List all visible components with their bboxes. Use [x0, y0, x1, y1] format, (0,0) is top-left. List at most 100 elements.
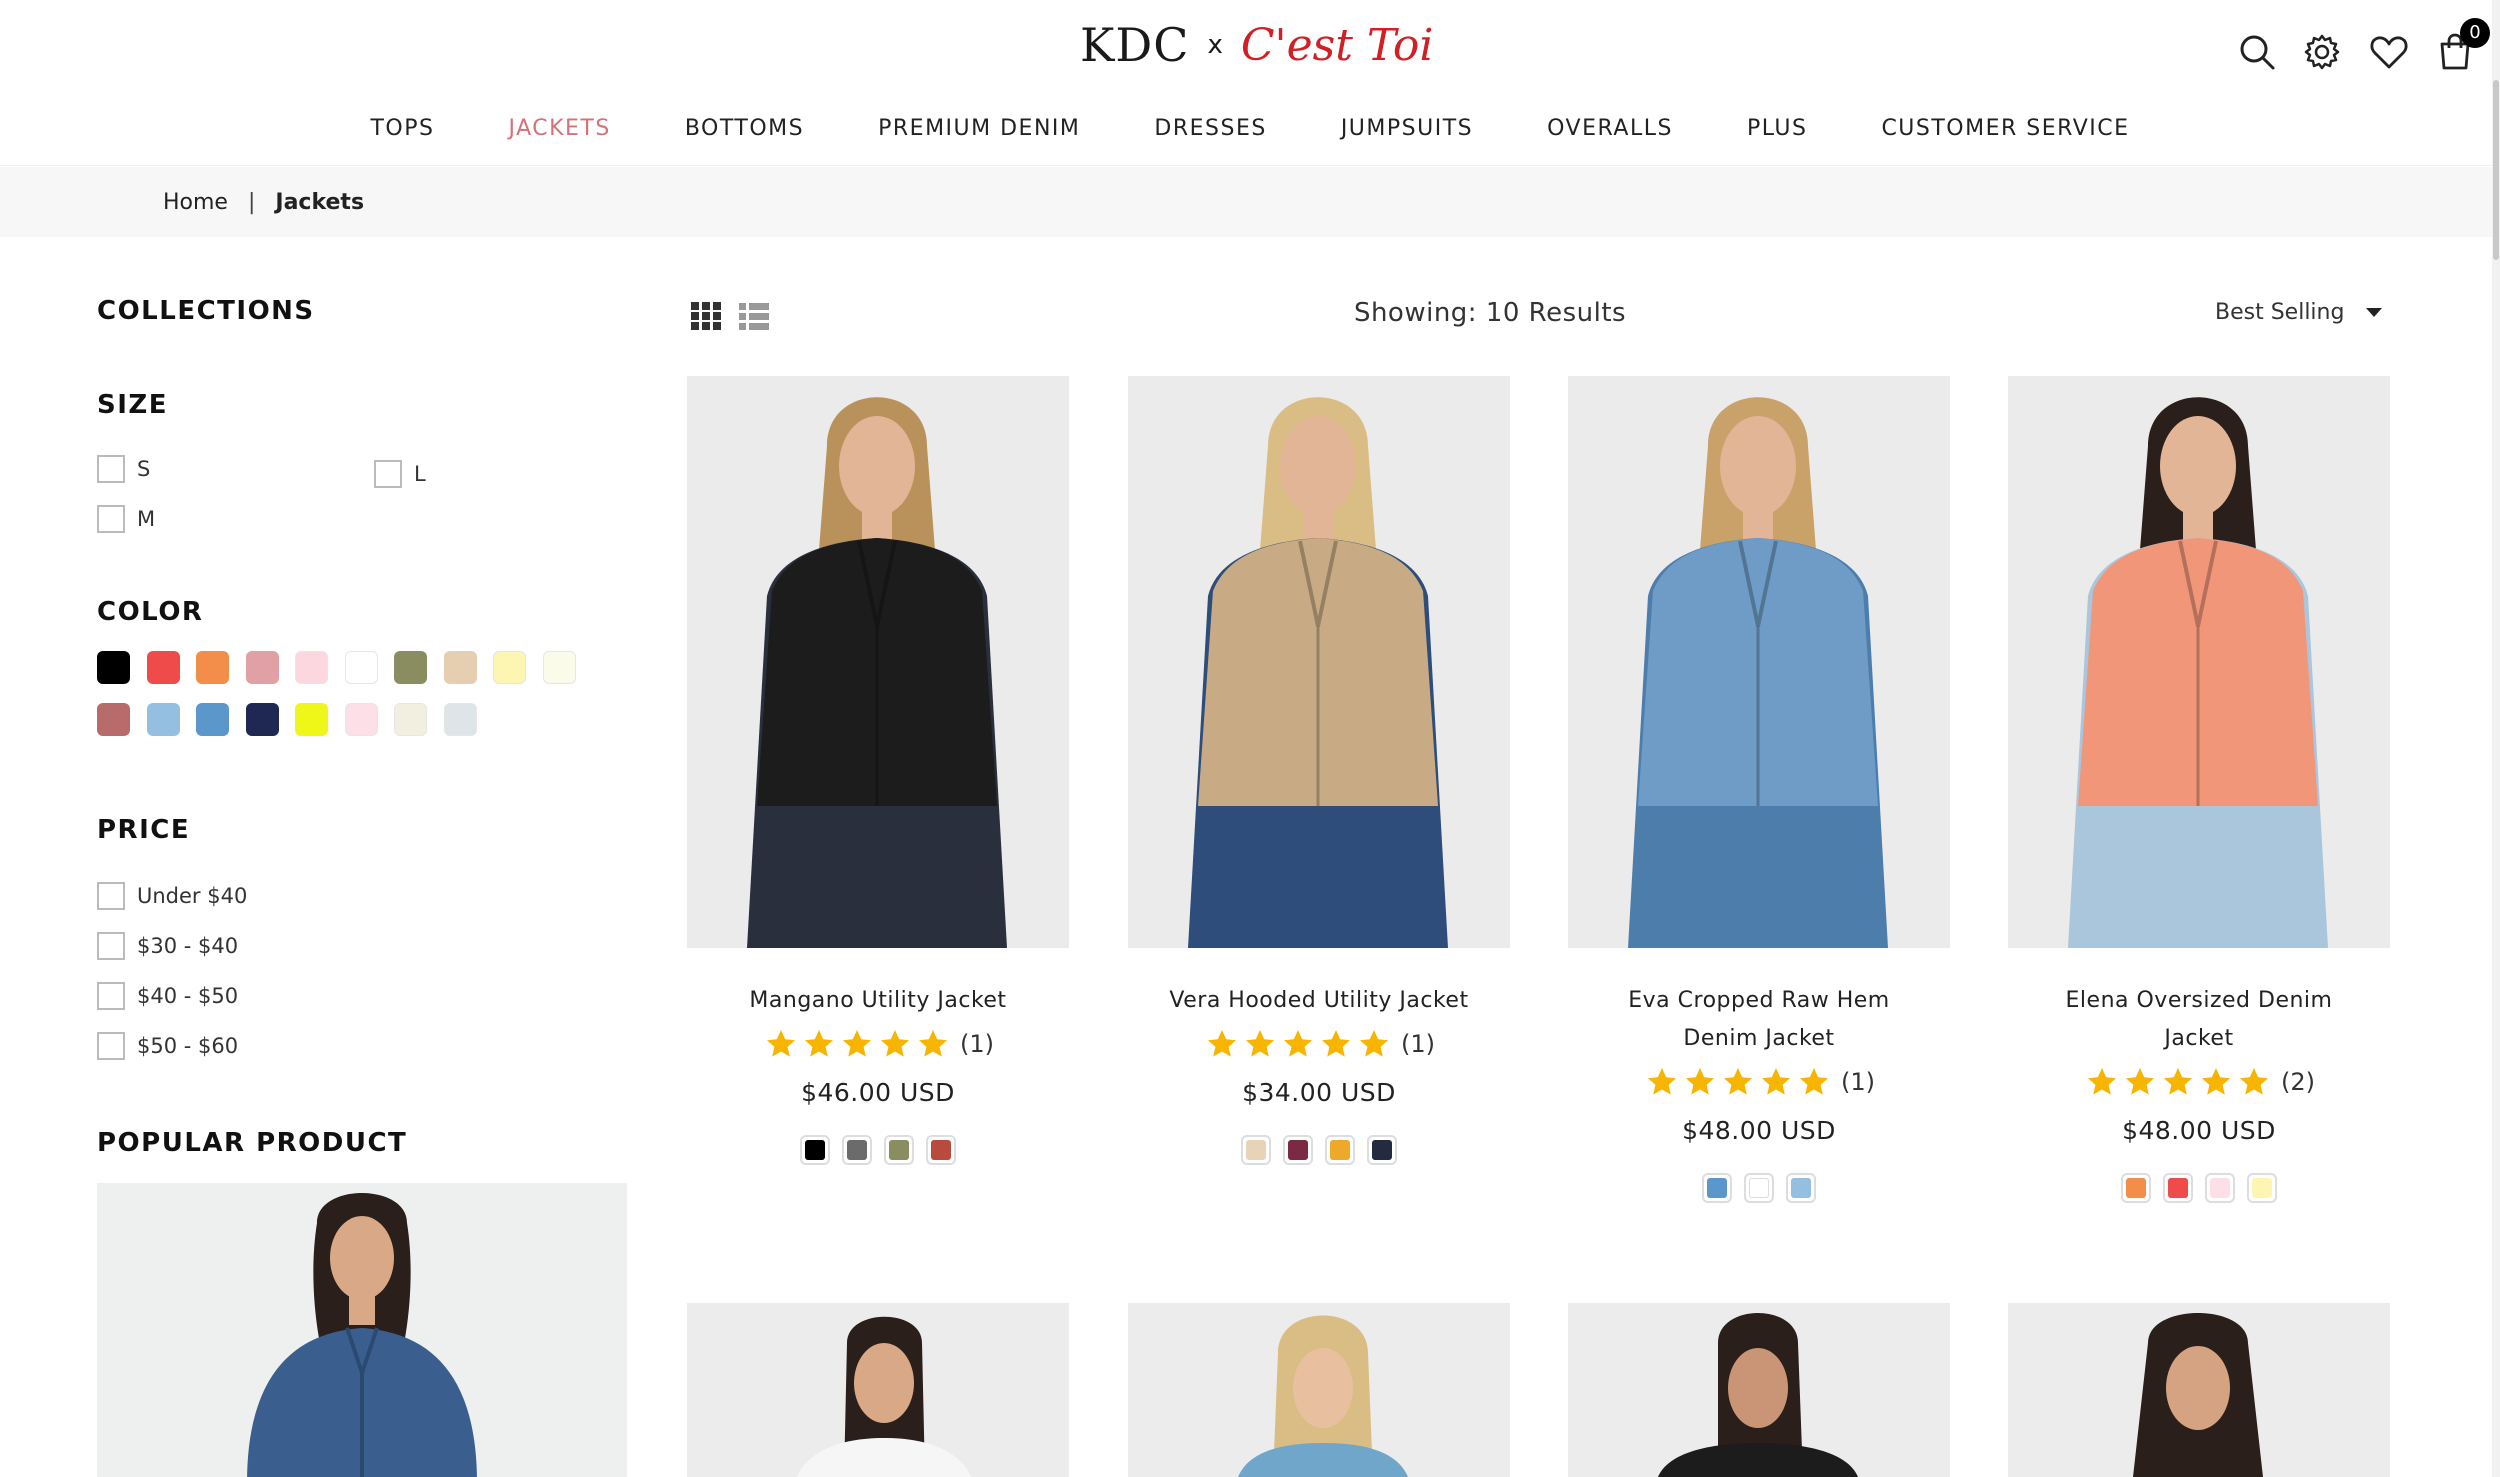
star-icon — [1684, 1066, 1716, 1098]
search-icon[interactable] — [2235, 30, 2279, 74]
product-color-swatch[interactable] — [842, 1135, 872, 1165]
checkbox[interactable] — [374, 460, 402, 488]
product-name[interactable]: Vera Hooded Utility Jacket — [1128, 982, 1510, 1020]
page-scrollbar[interactable] — [2492, 0, 2500, 1477]
color-swatch[interactable] — [344, 651, 378, 684]
size-filter-m[interactable]: M — [97, 505, 155, 533]
product-name[interactable]: Mangano Utility Jacket — [687, 982, 1069, 1020]
gear-icon[interactable] — [2300, 30, 2344, 74]
star-icon — [917, 1028, 949, 1060]
product-name[interactable]: Elena Oversized Denim Jacket — [2008, 982, 2390, 1058]
product-image[interactable] — [2008, 376, 2390, 948]
product-rating: (1) — [687, 1024, 1069, 1064]
grid-view-icon[interactable] — [690, 300, 722, 332]
list-view-icon[interactable] — [738, 300, 770, 332]
nav-bottoms[interactable]: BOTTOMS — [685, 116, 804, 141]
results-count: Showing: 10 Results — [1353, 298, 1627, 328]
breadcrumb-home[interactable]: Home — [163, 190, 228, 215]
sort-dropdown[interactable]: Best Selling — [2215, 300, 2383, 325]
product-rating: (2) — [2008, 1062, 2390, 1102]
checkbox[interactable] — [97, 455, 125, 483]
product-color-options — [687, 1135, 1069, 1165]
price-heading: PRICE — [97, 815, 191, 845]
product-image-peek[interactable] — [1568, 1303, 1950, 1477]
product-image-peek[interactable] — [1128, 1303, 1510, 1477]
product-color-swatch[interactable] — [1367, 1135, 1397, 1165]
size-filter-s[interactable]: S — [97, 455, 150, 483]
product-color-swatch[interactable] — [926, 1135, 956, 1165]
brand-logo[interactable]: KDC x C'est Toi — [1080, 10, 1433, 80]
color-swatch[interactable] — [97, 651, 130, 684]
color-swatch[interactable] — [245, 651, 279, 684]
star-icon — [1646, 1066, 1678, 1098]
nav-customer-service[interactable]: CUSTOMER SERVICE — [1881, 116, 2129, 141]
product-color-swatch[interactable] — [1241, 1135, 1271, 1165]
nav-premium-denim[interactable]: PREMIUM DENIM — [878, 116, 1080, 141]
product-price: $34.00 USD — [1242, 1078, 1396, 1107]
color-swatch[interactable] — [542, 651, 576, 684]
breadcrumb-separator: | — [247, 189, 256, 215]
product-price: $46.00 USD — [801, 1078, 955, 1107]
price-filter-40-50[interactable]: $40 - $50 — [97, 982, 238, 1010]
product-color-swatch[interactable] — [1786, 1173, 1816, 1203]
nav-plus[interactable]: PLUS — [1747, 116, 1808, 141]
product-image-peek[interactable] — [687, 1303, 1069, 1477]
checkbox[interactable] — [97, 882, 125, 910]
breadcrumb: Home | Jackets — [0, 167, 2500, 237]
nav-tops[interactable]: TOPS — [370, 116, 434, 141]
product-color-swatch[interactable] — [2205, 1173, 2235, 1203]
breadcrumb-current: Jackets — [275, 189, 365, 215]
product-color-swatch[interactable] — [1325, 1135, 1355, 1165]
product-color-swatch[interactable] — [2163, 1173, 2193, 1203]
cart-icon[interactable]: 0 — [2433, 18, 2490, 74]
review-count: (1) — [960, 1030, 994, 1058]
checkbox[interactable] — [97, 505, 125, 533]
product-color-swatch[interactable] — [884, 1135, 914, 1165]
product-name[interactable]: Eva Cropped Raw Hem Denim Jacket — [1568, 982, 1950, 1058]
heart-icon[interactable] — [2367, 30, 2411, 74]
product-color-swatch[interactable] — [1744, 1173, 1774, 1203]
checkbox[interactable] — [97, 1032, 125, 1060]
nav-jumpsuits[interactable]: JUMPSUITS — [1341, 116, 1473, 141]
star-icon — [1760, 1066, 1792, 1098]
nav-dresses[interactable]: DRESSES — [1154, 116, 1266, 141]
nav-jackets[interactable]: JACKETS — [508, 116, 610, 141]
product-image[interactable] — [1128, 376, 1510, 948]
checkbox[interactable] — [97, 982, 125, 1010]
product-color-swatch[interactable] — [800, 1135, 830, 1165]
checkbox[interactable] — [97, 932, 125, 960]
color-swatch[interactable] — [493, 651, 526, 684]
color-swatch[interactable] — [196, 651, 229, 684]
color-swatch[interactable] — [443, 651, 477, 684]
collections-heading[interactable]: COLLECTIONS — [97, 296, 315, 326]
size-filter-l[interactable]: L — [374, 460, 426, 488]
product-color-swatch[interactable] — [1702, 1173, 1732, 1203]
product-color-swatch[interactable] — [1283, 1135, 1313, 1165]
product-color-swatch[interactable] — [2121, 1173, 2151, 1203]
nav-overalls[interactable]: OVERALLS — [1547, 116, 1673, 141]
scrollbar-thumb[interactable] — [2493, 80, 2499, 260]
color-swatch[interactable] — [394, 651, 427, 684]
product-image[interactable] — [687, 376, 1069, 948]
price-filter-under-40[interactable]: Under $40 — [97, 882, 247, 910]
color-swatch[interactable] — [295, 703, 328, 736]
color-swatch[interactable] — [295, 651, 328, 684]
price-filter-50-60[interactable]: $50 - $60 — [97, 1032, 238, 1060]
price-filter-30-40[interactable]: $30 - $40 — [97, 932, 238, 960]
color-swatch[interactable] — [146, 651, 180, 684]
star-icon — [1722, 1066, 1754, 1098]
product-image[interactable] — [1568, 376, 1950, 948]
review-count: (1) — [1401, 1030, 1435, 1058]
color-swatch[interactable] — [196, 703, 229, 736]
popular-product-image[interactable] — [97, 1183, 627, 1477]
color-swatch[interactable] — [97, 703, 130, 736]
main-nav: TOPS JACKETS BOTTOMS PREMIUM DENIM DRESS… — [0, 108, 2500, 148]
product-color-swatch[interactable] — [2247, 1173, 2277, 1203]
color-swatch[interactable] — [344, 703, 378, 736]
color-swatch[interactable] — [146, 703, 180, 736]
color-swatch[interactable] — [245, 703, 279, 736]
star-icon — [803, 1028, 835, 1060]
color-swatch[interactable] — [394, 703, 427, 736]
product-image-peek[interactable] — [2008, 1303, 2390, 1477]
color-swatch[interactable] — [443, 703, 477, 736]
